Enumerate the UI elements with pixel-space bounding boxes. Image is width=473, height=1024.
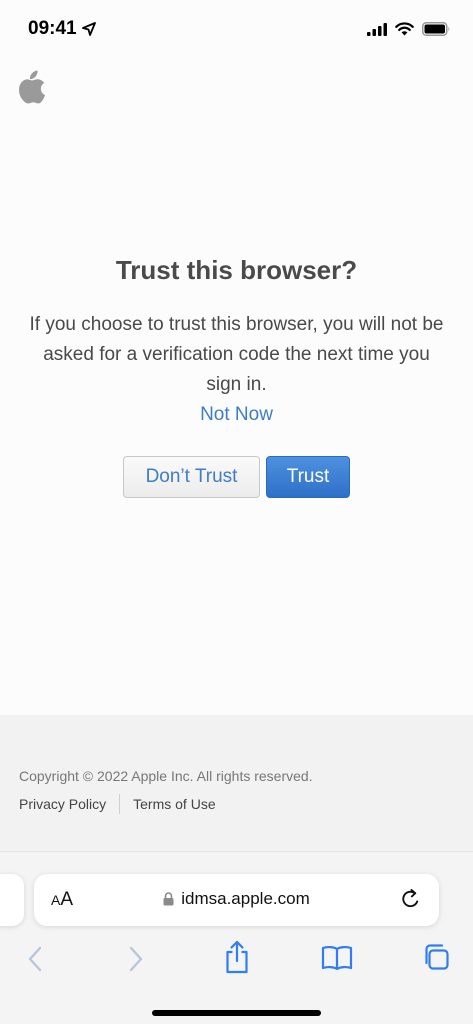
status-icons: [367, 22, 451, 36]
trust-description: If you choose to trust this browser, you…: [29, 314, 444, 395]
apple-logo-icon: [18, 70, 46, 109]
page-footer: Copyright © 2022 Apple Inc. All rights r…: [0, 715, 473, 851]
page-title: Trust this browser?: [115, 255, 358, 285]
url-text: idmsa.apple.com: [181, 889, 310, 908]
lock-icon: [163, 892, 174, 906]
reload-icon[interactable]: [400, 888, 422, 910]
not-now-link[interactable]: Not Now: [200, 404, 273, 426]
url-display[interactable]: idmsa.apple.com: [34, 889, 439, 909]
home-indicator: [152, 1010, 321, 1016]
forward-icon[interactable]: [128, 946, 144, 972]
status-time: 09:41: [28, 18, 96, 40]
battery-icon: [422, 22, 450, 36]
wifi-icon: [395, 22, 414, 36]
browser-toolbar: [0, 940, 473, 980]
browser-bottom-bar: AA idmsa.apple.com: [0, 851, 473, 1024]
share-icon[interactable]: [224, 940, 250, 974]
footer-links: Privacy Policy Terms of Use: [19, 794, 216, 814]
footer-divider: [119, 794, 121, 814]
privacy-policy-link[interactable]: Privacy Policy: [19, 796, 106, 812]
address-bar[interactable]: AA idmsa.apple.com: [34, 874, 439, 926]
cellular-signal-icon: [367, 22, 387, 36]
trust-button[interactable]: Trust: [266, 456, 350, 498]
previous-tab-preview[interactable]: [0, 874, 24, 926]
status-bar: 09:41: [0, 0, 473, 60]
bookmarks-icon[interactable]: [321, 945, 353, 971]
dont-trust-button[interactable]: Don’t Trust: [123, 456, 260, 498]
trust-browser-panel: Trust this browser? If you choose to tru…: [0, 255, 473, 498]
tabs-icon[interactable]: [422, 943, 450, 971]
copyright-text: Copyright © 2022 Apple Inc. All rights r…: [19, 768, 313, 784]
trust-buttons: Don’t Trust Trust: [0, 456, 473, 498]
location-arrow-icon: [81, 22, 96, 36]
status-time-text: 09:41: [28, 18, 77, 39]
back-icon[interactable]: [27, 946, 43, 972]
terms-of-use-link[interactable]: Terms of Use: [133, 796, 215, 812]
